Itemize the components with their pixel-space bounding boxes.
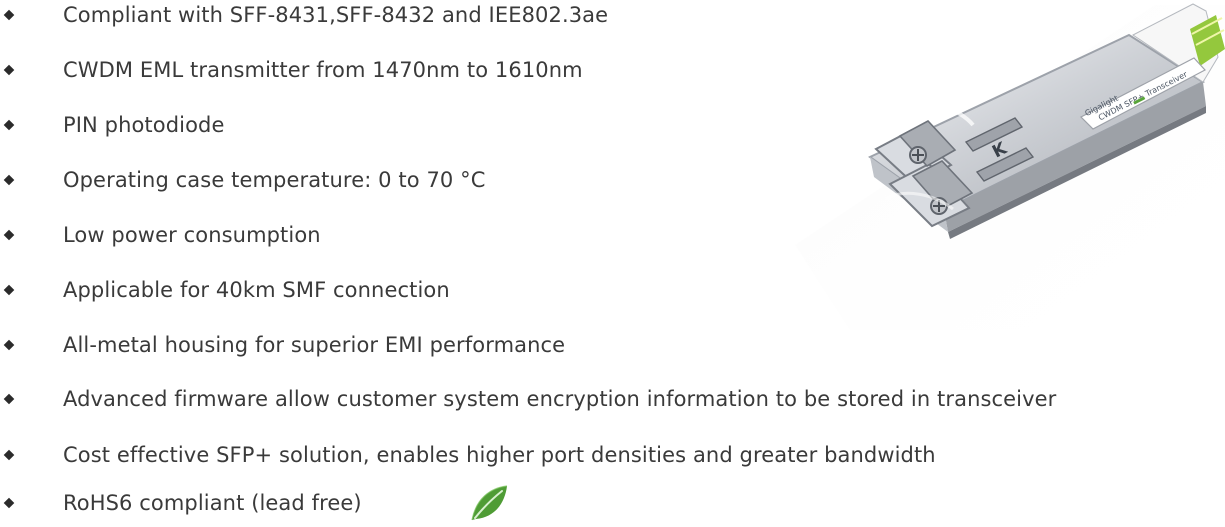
diamond-bullet-icon [3, 449, 15, 461]
diamond-bullet-icon [3, 284, 15, 296]
sfp-transceiver-image: Gigalight CWDM SFP+ Transceiver K [795, 3, 1225, 330]
diamond-bullet-icon [3, 9, 15, 21]
diamond-bullet-icon [3, 497, 15, 509]
feature-text: CWDM EML transmitter from 1470nm to 1610… [63, 58, 583, 82]
green-leaf-icon [471, 485, 508, 521]
feature-text: All-metal housing for superior EMI perfo… [63, 333, 566, 357]
feature-text: Operating case temperature: 0 to 70 °C [63, 168, 486, 192]
feature-text: RoHS6 compliant (lead free) [63, 491, 362, 515]
diamond-bullet-icon [3, 339, 15, 351]
feature-text: Low power consumption [63, 223, 321, 247]
diamond-bullet-icon [3, 64, 15, 76]
diamond-bullet-icon [3, 229, 15, 241]
feature-text: Compliant with SFF-8431,SFF-8432 and IEE… [63, 3, 609, 27]
diamond-bullet-icon [3, 174, 15, 186]
feature-text: Applicable for 40km SMF connection [63, 278, 450, 302]
feature-text: Advanced firmware allow customer system … [63, 387, 1057, 411]
feature-text: Cost effective SFP+ solution, enables hi… [63, 443, 936, 467]
diamond-bullet-icon [3, 393, 15, 405]
feature-text: PIN photodiode [63, 113, 225, 137]
diamond-bullet-icon [3, 119, 15, 131]
